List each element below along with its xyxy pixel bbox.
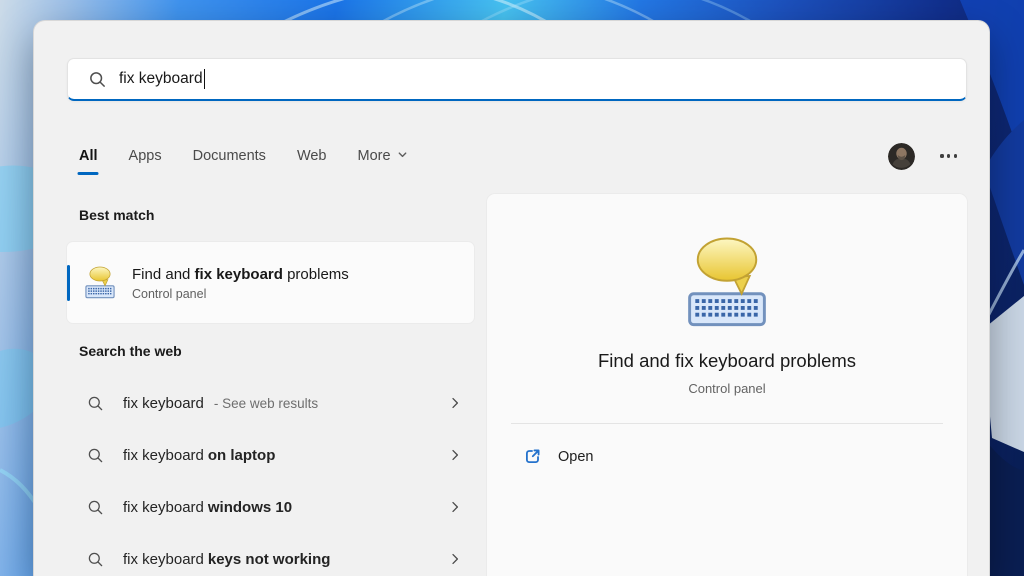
active-tab-underline bbox=[77, 171, 99, 175]
search-icon bbox=[88, 500, 103, 514]
section-title-best-match: Best match bbox=[79, 207, 155, 223]
search-filter-tabs: All Apps Documents Web More bbox=[77, 134, 959, 178]
text-caret bbox=[203, 69, 206, 89]
search-icon bbox=[88, 448, 103, 462]
chevron-right-icon bbox=[452, 553, 459, 565]
more-options-button[interactable] bbox=[938, 148, 959, 163]
divider bbox=[511, 423, 943, 424]
open-external-icon bbox=[525, 449, 540, 464]
chevron-right-icon bbox=[452, 449, 459, 461]
user-avatar[interactable] bbox=[888, 142, 916, 170]
result-preview-pane: Find and fix keyboard problems Control p… bbox=[487, 194, 967, 576]
search-flyout-panel: fix keyboard All Apps Documents Web More… bbox=[33, 20, 990, 576]
open-action[interactable]: Open bbox=[523, 447, 593, 466]
web-suggestion-row[interactable]: fix keyboard keys not working bbox=[67, 535, 474, 576]
open-label: Open bbox=[558, 448, 594, 465]
preview-title: Find and fix keyboard problems bbox=[597, 350, 857, 371]
search-icon bbox=[90, 71, 105, 87]
web-suggestion-row[interactable]: fix keyboard - See web results bbox=[67, 379, 474, 427]
chevron-right-icon bbox=[452, 501, 459, 513]
web-suggestion-row[interactable]: fix keyboard on laptop bbox=[67, 431, 474, 479]
tab-more[interactable]: More bbox=[358, 144, 408, 168]
best-match-subtitle: Control panel bbox=[132, 287, 207, 301]
search-query-text: fix keyboard bbox=[119, 70, 203, 87]
preview-subtitle: Control panel bbox=[688, 381, 766, 396]
search-icon bbox=[88, 552, 103, 566]
tab-documents[interactable]: Documents bbox=[193, 144, 266, 168]
tab-web[interactable]: Web bbox=[297, 144, 327, 168]
web-suggestion-row[interactable]: fix keyboard windows 10 bbox=[67, 483, 474, 531]
selection-accent-bar bbox=[67, 264, 70, 301]
section-title-search-the-web: Search the web bbox=[79, 343, 182, 359]
chevron-right-icon bbox=[452, 397, 459, 409]
search-icon bbox=[88, 396, 103, 410]
best-match-result[interactable]: Find and fix keyboard problems Control p… bbox=[67, 242, 474, 323]
search-input[interactable]: fix keyboard bbox=[67, 58, 967, 101]
keyboard-troubleshooter-icon bbox=[85, 266, 115, 298]
keyboard-troubleshooter-icon bbox=[688, 237, 766, 327]
tab-apps[interactable]: Apps bbox=[129, 144, 162, 168]
tab-all[interactable]: All bbox=[77, 144, 99, 175]
best-match-title: Find and fix keyboard problems bbox=[132, 266, 349, 283]
chevron-down-icon bbox=[398, 152, 406, 158]
avatar-photo bbox=[888, 142, 916, 170]
